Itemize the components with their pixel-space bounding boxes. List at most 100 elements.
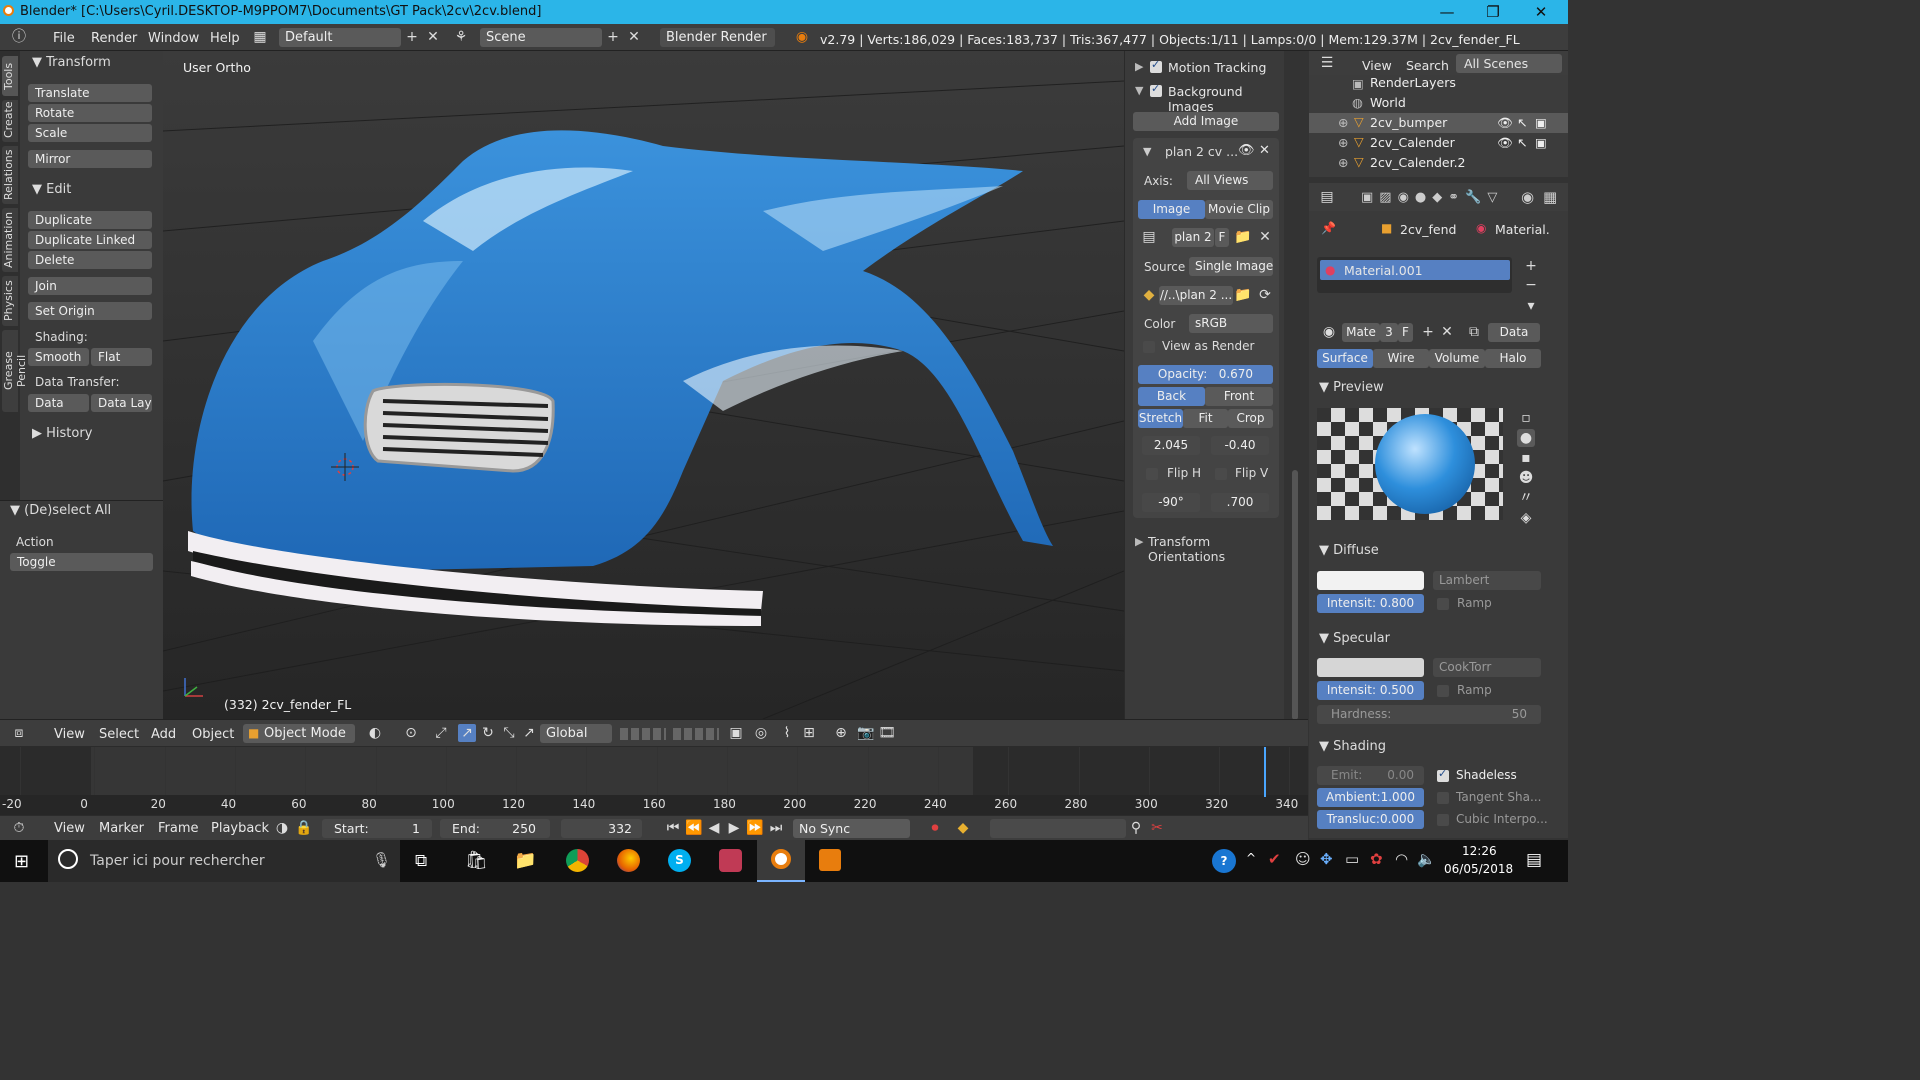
remove-scene-icon[interactable]: ✕ xyxy=(625,28,643,46)
proportional-edit-icon[interactable]: ◎ xyxy=(752,724,770,742)
add-slot-icon[interactable]: + xyxy=(1522,257,1540,275)
render-preview-icon[interactable]: 📷 xyxy=(857,724,875,742)
offset-x-field[interactable]: 2.045 xyxy=(1142,436,1200,455)
material-fake-user[interactable]: F xyxy=(1398,323,1413,342)
menu-view[interactable]: View xyxy=(54,727,85,742)
tab-movie-clip[interactable]: Movie Clip xyxy=(1205,200,1273,219)
outliner-editor-icon[interactable]: ☰ xyxy=(1318,54,1336,72)
start-frame-field[interactable]: Start: 1 xyxy=(322,819,432,838)
timeline-menu-playback[interactable]: Playback xyxy=(211,821,269,836)
view-as-render-checkbox[interactable] xyxy=(1143,340,1155,354)
diffuse-panel-header[interactable]: ▼ Diffuse xyxy=(1319,543,1379,558)
smooth-button[interactable]: Smooth xyxy=(28,348,89,366)
minimize-button[interactable]: — xyxy=(1424,0,1470,24)
manipulator-extra-icon[interactable]: ↗ xyxy=(520,724,538,742)
search-box[interactable]: Taper ici pour rechercher 🎙 xyxy=(48,840,400,882)
clock-date[interactable]: 06/05/2018 xyxy=(1444,862,1513,876)
crop-button[interactable]: Crop xyxy=(1228,409,1273,428)
3d-view-editor-icon[interactable]: ⧈ xyxy=(10,724,28,742)
preview-panel-header[interactable]: ▼ Preview xyxy=(1319,380,1384,395)
expand-icon[interactable]: ⊕ xyxy=(1338,115,1348,130)
jump-keyframe-back-icon[interactable]: ⏪ xyxy=(685,819,703,837)
fit-button[interactable]: Fit xyxy=(1183,409,1228,428)
menu-help[interactable]: Help xyxy=(210,31,240,46)
skype-icon[interactable]: S xyxy=(668,849,691,872)
preview-flat-icon[interactable]: ▫ xyxy=(1517,409,1535,427)
size-field[interactable]: .700 xyxy=(1211,493,1269,512)
end-frame-field[interactable]: End: 250 xyxy=(440,819,550,838)
render-camera-icon[interactable]: ▣ xyxy=(1535,135,1547,150)
windows-start-icon[interactable]: ⊞ xyxy=(14,851,29,872)
volume-icon[interactable]: 🔈 xyxy=(1417,850,1436,868)
scene-selector[interactable]: Scene xyxy=(480,28,602,47)
menu-file[interactable]: File xyxy=(53,31,75,46)
flat-button[interactable]: Flat xyxy=(91,348,152,366)
new-material-icon[interactable]: + xyxy=(1419,323,1437,341)
cubic-interpolation-checkbox[interactable] xyxy=(1437,813,1449,827)
menu-object[interactable]: Object xyxy=(192,727,234,742)
visibility-eye-icon[interactable]: 👁 xyxy=(1497,115,1513,131)
show-hidden-icons[interactable]: ^ xyxy=(1246,851,1256,865)
diffuse-color-swatch[interactable] xyxy=(1317,571,1424,590)
keying-set-icon[interactable]: ◆ xyxy=(954,819,972,837)
blender-render-window-icon[interactable] xyxy=(819,849,841,871)
preview-hair-icon[interactable]: 〃 xyxy=(1517,489,1535,507)
axis-dropdown[interactable]: All Views xyxy=(1187,171,1273,190)
jump-keyframe-forward-icon[interactable]: ⏩ xyxy=(746,819,764,837)
file-explorer-icon[interactable]: 📁 xyxy=(514,850,536,871)
deselect-all-header[interactable]: ▼ (De)select All xyxy=(10,503,111,518)
task-view-icon[interactable]: ⧉ xyxy=(415,851,427,871)
insert-keyframe-icon[interactable]: ⚲ xyxy=(1127,819,1145,837)
add-scene-icon[interactable]: + xyxy=(604,28,622,46)
opacity-slider[interactable]: Opacity: 0.670 xyxy=(1138,365,1273,384)
open-folder-icon[interactable]: 📁 xyxy=(1234,228,1252,246)
preview-monkey-icon[interactable]: ☻ xyxy=(1517,469,1535,487)
filepath-browse-icon[interactable]: 📁 xyxy=(1234,286,1252,304)
layer-buttons-icon[interactable] xyxy=(620,728,666,740)
specular-color-swatch[interactable] xyxy=(1317,658,1424,677)
material-browse-icon[interactable]: ◉ xyxy=(1320,323,1338,341)
data-button[interactable]: Data xyxy=(28,394,89,412)
slot-specials-icon[interactable]: ▾ xyxy=(1522,297,1540,315)
orientations-arrow-icon[interactable]: ▶ xyxy=(1135,535,1143,548)
outliner-view-menu[interactable]: View xyxy=(1362,58,1392,73)
3d-viewport[interactable]: User Ortho (332) 2cv_fender_FL xyxy=(163,51,1124,719)
outliner-row-calender[interactable]: ⊕ ▽ 2cv_Calender 👁 ↖ ▣ xyxy=(1309,133,1568,153)
menu-render[interactable]: Render xyxy=(91,31,137,46)
tray-app-icon[interactable]: ✔ xyxy=(1268,850,1281,868)
texture-context-icon[interactable]: ▦ xyxy=(1543,188,1557,206)
collapse-arrow-icon[interactable]: ▼ xyxy=(1135,84,1143,97)
outliner-row-renderlayers[interactable]: ▣ RenderLayers xyxy=(1309,73,1568,93)
blender-taskbar-button[interactable] xyxy=(757,840,805,882)
rotation-field[interactable]: -90° xyxy=(1142,493,1200,512)
lock-layers-icon[interactable]: ▣ xyxy=(727,724,745,742)
history-panel-header[interactable]: ▶ History xyxy=(32,426,92,441)
mode-dropdown[interactable]: Object Mode xyxy=(243,724,355,743)
offset-y-field[interactable]: -0.40 xyxy=(1211,436,1269,455)
material-name-field[interactable]: Mate xyxy=(1342,323,1380,342)
ambient-slider[interactable]: Ambient:1.000 xyxy=(1317,788,1424,807)
layer-buttons-2-icon[interactable] xyxy=(673,728,719,740)
add-image-button[interactable]: Add Image xyxy=(1133,112,1279,131)
remove-slot-icon[interactable]: − xyxy=(1522,276,1540,294)
translate-manipulator-icon[interactable]: ↗ xyxy=(458,724,476,742)
transform-panel-header[interactable]: ▼ Transform xyxy=(32,55,111,70)
render-camera-icon[interactable]: ▣ xyxy=(1535,115,1547,130)
packed-file-icon[interactable]: ◆ xyxy=(1140,286,1158,304)
tab-grease-pencil[interactable]: Grease Pencil xyxy=(2,330,28,412)
material-name-breadcrumb[interactable]: Material. xyxy=(1495,222,1550,237)
jump-end-icon[interactable]: ⏭ xyxy=(767,819,785,837)
current-frame-marker[interactable] xyxy=(1264,747,1266,797)
preview-world-icon[interactable]: ◈ xyxy=(1517,509,1535,527)
tray-red-icon[interactable]: ✿ xyxy=(1370,850,1383,868)
info-editor-icon[interactable]: ⓘ xyxy=(10,28,28,46)
hardness-slider[interactable]: Hardness: 50 xyxy=(1317,705,1541,724)
shading-panel-header[interactable]: ▼ Shading xyxy=(1319,739,1386,754)
render-animation-icon[interactable]: 🎞 xyxy=(878,724,896,742)
menu-window[interactable]: Window xyxy=(148,31,199,46)
play-icon[interactable]: ▶ xyxy=(725,819,743,837)
remove-bg-icon[interactable]: ✕ xyxy=(1259,143,1270,158)
data-layout-button[interactable]: Data Layo xyxy=(91,394,152,412)
link-mode-icon[interactable]: ⧉ xyxy=(1465,323,1483,341)
expand-arrow-icon[interactable]: ▶ xyxy=(1135,60,1143,73)
